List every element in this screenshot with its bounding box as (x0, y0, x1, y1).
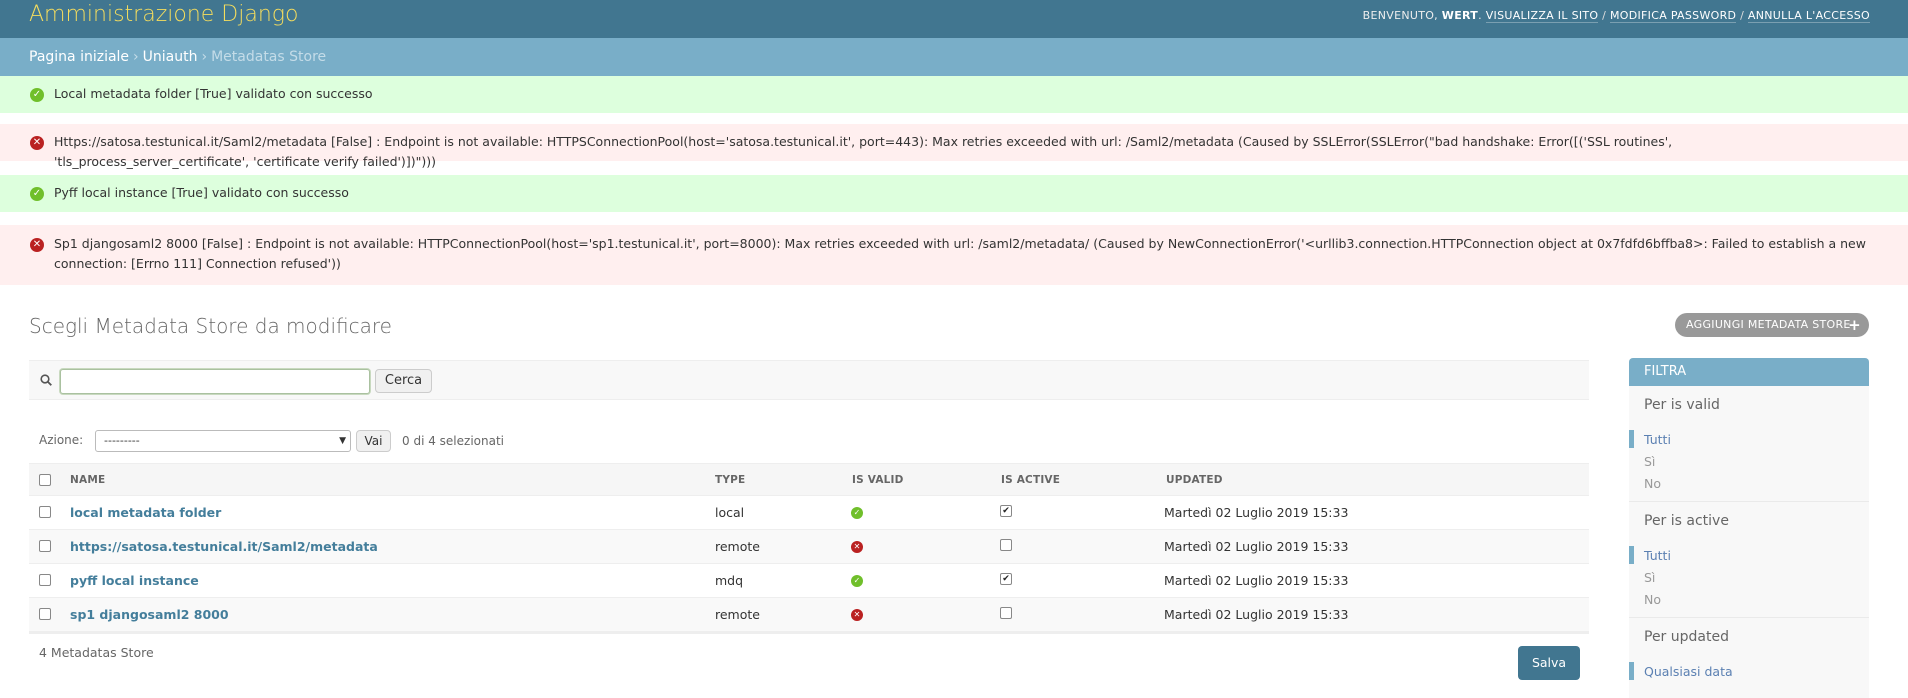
search-button[interactable]: Cerca (375, 369, 432, 393)
row-type: remote (715, 539, 760, 554)
filter-sidebar: FILTRA Per is valid Tutti Sì No Per is a… (1629, 358, 1869, 698)
row-name-link[interactable]: pyff local instance (70, 573, 199, 588)
change-password-link[interactable]: MODIFICA PASSWORD (1609, 9, 1737, 23)
message-text: Sp1 djangosaml2 8000 [False] : Endpoint … (54, 236, 1866, 271)
message-text: Local metadata folder [True] validato co… (54, 86, 373, 101)
breadcrumb: Pagina iniziale › Uniauth › Metadatas Store (0, 38, 1908, 76)
filter-option-yes[interactable]: Sì (1644, 454, 1655, 469)
action-selected-value: --------- (104, 434, 140, 447)
action-label: Azione: (39, 433, 84, 447)
success-icon: ✓ (30, 187, 44, 201)
filter-option-no[interactable]: No (1644, 592, 1661, 607)
row-updated: Martedì 02 Luglio 2019 15:33 (1164, 505, 1349, 520)
go-button[interactable]: Vai (356, 430, 391, 452)
table-divider (29, 632, 1589, 634)
valid-no-icon: ✕ (851, 609, 863, 621)
search-icon (40, 374, 52, 386)
row-type: remote (715, 607, 760, 622)
filter-group-title: Per is valid (1644, 397, 1720, 413)
message-success: ✓ Local metadata folder [True] validato … (0, 76, 1908, 113)
success-icon: ✓ (30, 88, 44, 102)
filter-option-yes[interactable]: Sì (1644, 570, 1655, 585)
paginator: 4 Metadatas Store (39, 645, 154, 660)
filter-option-all[interactable]: Tutti (1629, 430, 1671, 448)
valid-yes-icon: ✓ (851, 507, 863, 519)
table-row: pyff local instance mdq ✓ ✔ Martedì 02 L… (29, 564, 1589, 598)
row-name-link[interactable]: https://satosa.testunical.it/Saml2/metad… (70, 539, 378, 554)
row-updated: Martedì 02 Luglio 2019 15:33 (1164, 607, 1349, 622)
filter-group-title: Per is active (1644, 513, 1729, 529)
row-checkbox[interactable] (39, 608, 51, 620)
filter-option-no[interactable]: No (1644, 476, 1661, 491)
row-updated: Martedì 02 Luglio 2019 15:33 (1164, 573, 1349, 588)
active-unchecked-icon (1000, 607, 1012, 619)
username: WERT (1441, 9, 1479, 22)
welcome-text: BENVENUTO, (1362, 9, 1438, 22)
user-tools: BENVENUTO, WERT. VISUALIZZA IL SITO / MO… (1362, 9, 1870, 23)
filter-option-any-date[interactable]: Qualsiasi data (1629, 662, 1733, 680)
selection-counter: 0 di 4 selezionati (402, 434, 504, 448)
action-select[interactable]: --------- ▼ (95, 430, 351, 452)
view-site-link[interactable]: VISUALIZZA IL SITO (1485, 9, 1599, 23)
breadcrumb-app[interactable]: Uniauth (143, 49, 198, 65)
site-brand[interactable]: Amministrazione Django (29, 0, 298, 30)
error-icon: ✕ (30, 136, 44, 150)
save-button[interactable]: Salva (1518, 646, 1580, 680)
select-all-checkbox[interactable] (39, 474, 51, 486)
row-checkbox[interactable] (39, 574, 51, 586)
filter-option-all[interactable]: Tutti (1629, 546, 1671, 564)
message-error: ✕ Https://satosa.testunical.it/Saml2/met… (0, 124, 1908, 169)
row-type: local (715, 505, 745, 520)
filter-group-title: Per updated (1644, 629, 1729, 645)
table-row: local metadata folder local ✓ ✔ Martedì … (29, 496, 1589, 530)
valid-yes-icon: ✓ (851, 575, 863, 587)
valid-no-icon: ✕ (851, 541, 863, 553)
page-title: Scegli Metadata Store da modificare (29, 314, 392, 338)
search-toolbar: Cerca (29, 360, 1589, 400)
message-success: ✓ Pyff local instance [True] validato co… (0, 175, 1908, 212)
header: Amministrazione Django BENVENUTO, WERT. … (0, 0, 1908, 38)
table-row: sp1 djangosaml2 8000 remote ✕ Martedì 02… (29, 598, 1589, 632)
filter-group-is-valid: Per is valid Tutti Sì No (1629, 386, 1869, 502)
column-header-updated[interactable]: UPDATED (1166, 474, 1223, 486)
active-unchecked-icon (1000, 539, 1012, 551)
column-header-name[interactable]: NAME (70, 474, 105, 486)
breadcrumb-home[interactable]: Pagina iniziale (29, 49, 129, 65)
filter-title: FILTRA (1629, 358, 1869, 386)
plus-icon: + (1848, 316, 1861, 334)
search-input[interactable] (60, 369, 370, 394)
row-checkbox[interactable] (39, 540, 51, 552)
column-header-is-active[interactable]: IS ACTIVE (1001, 474, 1060, 486)
column-header-type[interactable]: TYPE (715, 474, 745, 486)
breadcrumb-current: Metadatas Store (211, 49, 327, 65)
active-checked-icon: ✔ (1000, 505, 1012, 517)
message-text: Pyff local instance [True] validato con … (54, 185, 349, 200)
row-type: mdq (715, 573, 744, 588)
row-name-link[interactable]: sp1 djangosaml2 8000 (70, 607, 229, 622)
logout-link[interactable]: ANNULLA L'ACCESSO (1747, 9, 1870, 23)
row-checkbox[interactable] (39, 506, 51, 518)
message-text: Https://satosa.testunical.it/Saml2/metad… (54, 134, 1673, 169)
column-header-is-valid[interactable]: IS VALID (852, 474, 904, 486)
chevron-down-icon: ▼ (339, 436, 346, 446)
table-header: NAME TYPE IS VALID IS ACTIVE UPDATED (29, 463, 1589, 496)
row-updated: Martedì 02 Luglio 2019 15:33 (1164, 539, 1349, 554)
add-metadata-store-button[interactable]: AGGIUNGI METADATA STORE + (1675, 313, 1869, 337)
results-table: NAME TYPE IS VALID IS ACTIVE UPDATED loc… (29, 463, 1589, 634)
error-icon: ✕ (30, 238, 44, 252)
filter-group-updated: Per updated Qualsiasi data (1629, 618, 1869, 698)
filter-group-is-active: Per is active Tutti Sì No (1629, 502, 1869, 618)
message-error: ✕ Sp1 djangosaml2 8000 [False] : Endpoin… (0, 225, 1908, 285)
row-name-link[interactable]: local metadata folder (70, 505, 221, 520)
active-checked-icon: ✔ (1000, 573, 1012, 585)
add-button-label: AGGIUNGI METADATA STORE (1686, 318, 1851, 331)
table-row: https://satosa.testunical.it/Saml2/metad… (29, 530, 1589, 564)
